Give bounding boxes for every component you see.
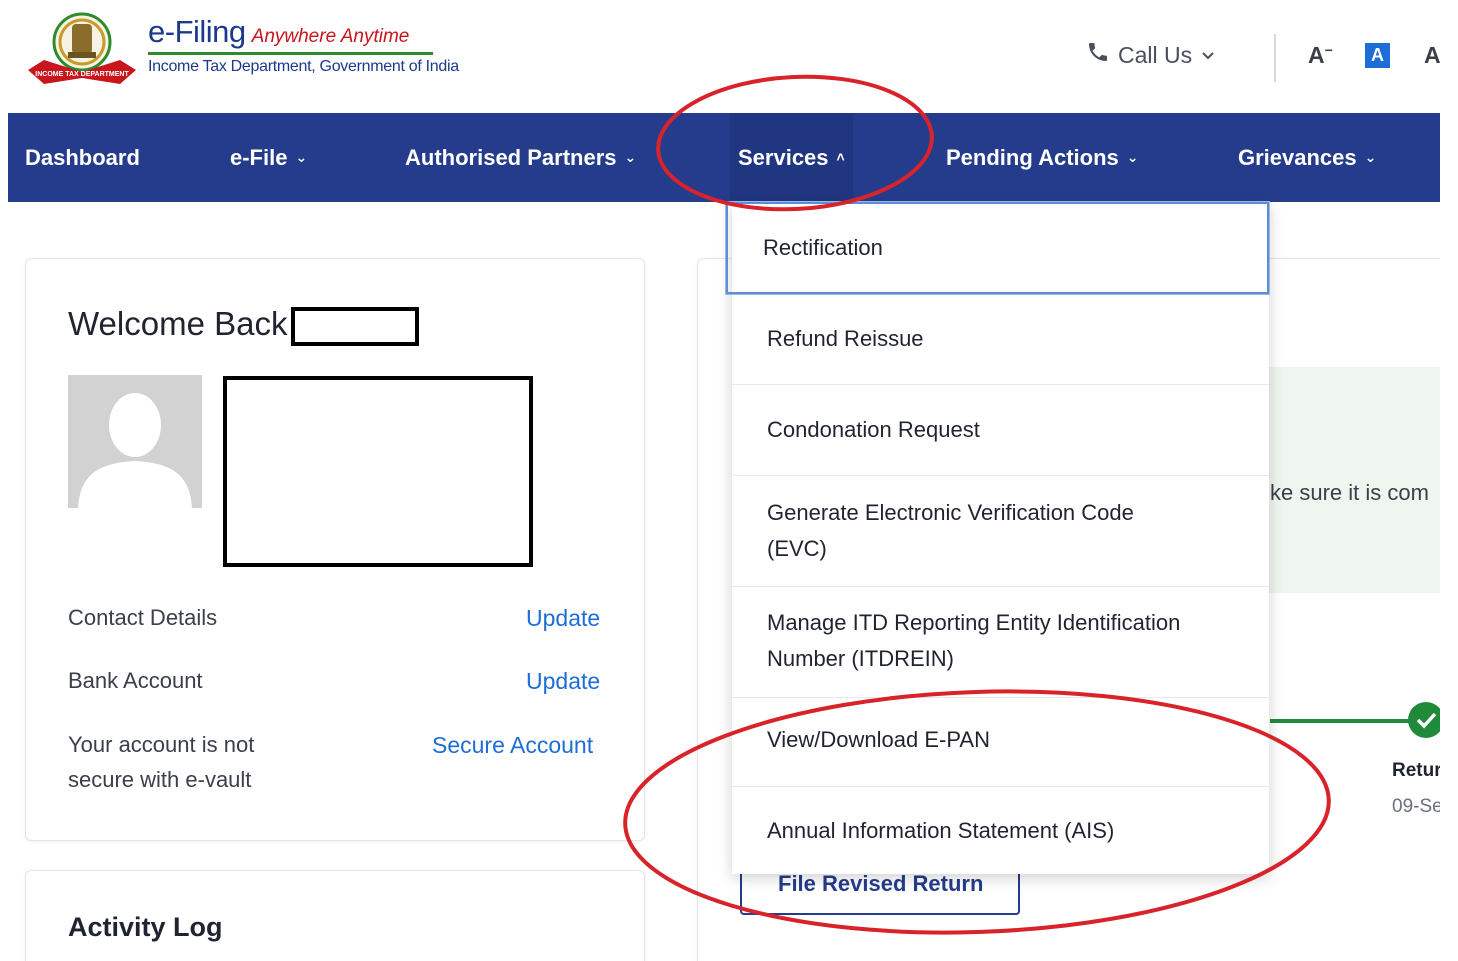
timeline-bar [1270,719,1420,723]
brand-block[interactable]: e-Filing Anywhere Anytime Income Tax Depa… [148,14,459,76]
department-name: Income Tax Department, Government of Ind… [148,58,459,75]
font-increase-button[interactable]: A [1424,42,1441,69]
menu-item-rectification[interactable]: Rectification [725,201,1270,295]
menu-item-label: Annual Information Statement (AIS) [767,817,1115,843]
chevron-down-icon: ⌄ [624,149,637,165]
menu-item-view-download-epan[interactable]: View/Download E-PAN [732,698,1269,787]
menu-item-ais[interactable]: Annual Information Statement (AIS) [732,787,1269,874]
menu-item-generate-evc[interactable]: Generate Electronic Verification Code (E… [732,476,1269,587]
services-dropdown: Rectification Refund Reissue Condonation… [725,201,1270,874]
phone-icon [1086,40,1110,70]
chevron-down-icon: ⌄ [1126,149,1139,165]
menu-item-label-cont: Number (ITDREIN) [767,646,955,671]
viewport-edge [1440,0,1458,961]
nav-efile-label: e-File [230,145,288,170]
font-decrease-button[interactable]: A− [1308,42,1333,69]
timeline-label: Retur [1392,760,1440,781]
chevron-down-icon: ⌄ [1364,149,1377,165]
brand-divider [148,52,433,55]
nav-pending-actions[interactable]: Pending Actions ⌄ [946,113,1138,202]
nav-authorised-partners[interactable]: Authorised Partners ⌄ [405,113,636,202]
menu-item-condonation-request[interactable]: Condonation Request [732,385,1269,476]
site-header: INCOME TAX DEPARTMENT e-Filing Anywhere A… [0,0,1458,113]
menu-item-label: Manage ITD Reporting Entity Identificati… [767,610,1181,635]
emblem-ribbon-text: INCOME TAX DEPARTMENT [35,71,129,78]
call-us-label: Call Us [1118,41,1193,68]
nav-authorised-partners-label: Authorised Partners [405,145,617,170]
nav-pending-actions-label: Pending Actions [946,145,1119,170]
avatar [68,375,202,508]
header-separator [1274,34,1276,82]
chevron-down-icon [1200,42,1216,69]
menu-item-manage-itdrein[interactable]: Manage ITD Reporting Entity Identificati… [732,587,1269,698]
brand-tagline: Anywhere Anytime [251,26,410,47]
main-nav: Dashboard e-File ⌄ Authorised Partners ⌄… [8,113,1440,202]
vault-status-line1: Your account is not [68,732,255,757]
menu-item-label: Generate Electronic Verification Code [767,500,1134,525]
bank-update-link[interactable]: Update [526,663,600,699]
chevron-down-icon: ⌄ [295,149,308,165]
menu-item-label: Condonation Request [767,417,980,442]
menu-item-label: Refund Reissue [767,326,924,351]
nav-dashboard-label: Dashboard [25,145,140,170]
nav-efile[interactable]: e-File ⌄ [230,113,307,202]
call-us-dropdown[interactable]: Call Us [1086,40,1216,70]
menu-item-label: View/Download E-PAN [767,727,990,752]
redacted-username [291,307,419,346]
font-decrease-label: A [1308,42,1325,68]
contact-update-link[interactable]: Update [526,600,600,636]
nav-dashboard[interactable]: Dashboard [25,113,140,202]
nav-grievances-label: Grievances [1238,145,1357,170]
font-normal-button[interactable]: A [1365,43,1390,68]
check-icon [1408,702,1444,738]
menu-item-label: Rectification [763,235,883,260]
timeline-date: 09-Se [1392,796,1440,817]
contact-details-label: Contact Details [68,605,218,630]
nav-grievances[interactable]: Grievances ⌄ [1238,113,1376,202]
secure-account-link[interactable]: Secure Account [432,727,593,763]
bank-account-label: Bank Account [68,668,203,693]
vault-status-line2: secure with e-vault [68,767,252,792]
welcome-heading: Welcome Back [68,305,288,342]
emblem-logo[interactable]: INCOME TAX DEPARTMENT [24,8,140,88]
activity-log-title: Activity Log [68,912,223,942]
menu-item-refund-reissue[interactable]: Refund Reissue [732,294,1269,385]
nav-services[interactable]: Services ˄ [730,113,853,202]
redacted-profile-info [223,376,533,567]
chevron-up-icon: ˄ [836,149,845,165]
menu-item-label-cont: (EVC) [767,536,827,561]
notice-text: ke sure it is com [1270,480,1429,505]
brand-title: e-Filing [148,14,246,49]
nav-services-label: Services [738,145,829,170]
